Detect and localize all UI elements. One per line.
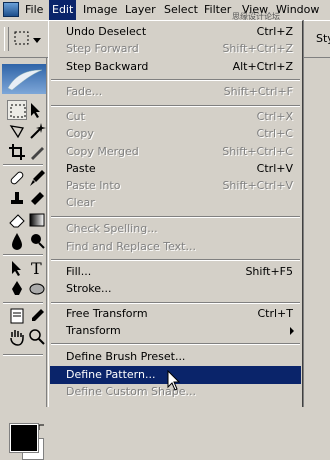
menu-item-shortcut: Ctrl+Z <box>256 25 293 38</box>
menu-item-label: Stroke... <box>66 282 112 295</box>
menu-item-copy-merged[interactable]: Copy Merged Shift+Ctrl+C <box>50 143 301 161</box>
chevron-down-icon[interactable] <box>33 34 41 43</box>
style-label: Sty <box>316 32 330 45</box>
healing-brush-tool-icon[interactable] <box>7 168 27 188</box>
menu-item-label: Fill... <box>66 265 92 278</box>
menu-item-step-backward[interactable]: Step Backward Alt+Ctrl+Z <box>50 58 301 76</box>
options-bar-grip[interactable] <box>4 27 9 51</box>
menu-item-label: Step Backward <box>66 60 149 73</box>
pen-tool-icon[interactable] <box>7 279 27 299</box>
clone-stamp-tool-icon[interactable] <box>7 189 27 209</box>
swap-colors-icon[interactable] <box>38 422 46 430</box>
submenu-arrow-icon <box>290 327 294 335</box>
toolbox-divider <box>3 354 43 356</box>
menu-item-shortcut: Alt+Ctrl+Z <box>232 60 293 73</box>
rectangular-marquee-preset-icon[interactable] <box>13 29 31 47</box>
menu-item-label: Free Transform <box>66 307 148 320</box>
gradient-tool-icon[interactable] <box>27 210 47 230</box>
path-selection-tool-icon[interactable] <box>7 258 27 278</box>
eyedropper-tool-icon[interactable] <box>27 306 47 326</box>
menu-item-label: Paste <box>66 162 96 175</box>
menu-item-shortcut: Ctrl+C <box>256 127 293 140</box>
menu-item-find-replace-text[interactable]: Find and Replace Text... <box>50 238 301 256</box>
toolbox-divider <box>3 302 43 304</box>
type-tool-icon[interactable]: T <box>27 258 47 278</box>
menu-separator <box>51 105 300 107</box>
hand-tool-icon[interactable] <box>7 327 27 347</box>
menu-item-shortcut: Shift+Ctrl+V <box>222 179 293 192</box>
ellipse-shape-tool-icon[interactable] <box>27 279 47 299</box>
menu-item-label: Find and Replace Text... <box>66 240 196 253</box>
menu-separator <box>51 259 300 261</box>
menu-item-label: Fade... <box>66 85 103 98</box>
notes-tool-icon[interactable] <box>7 306 27 326</box>
marquee-tool-icon[interactable] <box>7 100 27 120</box>
zoom-tool-icon[interactable] <box>27 327 47 347</box>
menu-item-label: Define Pattern... <box>66 368 156 381</box>
menu-separator <box>51 343 300 345</box>
menu-item-free-transform[interactable]: Free Transform Ctrl+T <box>50 305 301 323</box>
blur-tool-icon[interactable] <box>7 231 27 251</box>
menu-separator <box>51 302 300 304</box>
toolbox-divider <box>3 254 43 256</box>
history-brush-tool-icon[interactable] <box>27 189 47 209</box>
menu-item-check-spelling[interactable]: Check Spelling... <box>50 220 301 238</box>
edit-dropdown-menu: Undo Deselect Ctrl+Z Step Forward Shift+… <box>48 20 303 407</box>
magic-wand-tool-icon[interactable] <box>27 121 47 141</box>
menu-item-step-forward[interactable]: Step Forward Shift+Ctrl+Z <box>50 40 301 58</box>
svg-text:T: T <box>31 259 42 278</box>
menu-item-clear[interactable]: Clear <box>50 194 301 212</box>
menu-item-label: Define Brush Preset... <box>66 350 186 363</box>
menu-item-label: Copy <box>66 127 94 140</box>
menu-item-shortcut: Ctrl+X <box>256 110 293 123</box>
menu-item-shortcut: Ctrl+T <box>257 307 293 320</box>
menu-separator <box>51 216 300 218</box>
menu-item-fade[interactable]: Fade... Shift+Ctrl+F <box>50 83 301 101</box>
menu-item-label: Undo Deselect <box>66 25 147 38</box>
menu-filter[interactable]: Filter <box>201 0 234 20</box>
lasso-tool-icon[interactable] <box>7 121 27 141</box>
menu-item-label: Check Spelling... <box>66 222 158 235</box>
eraser-tool-icon[interactable] <box>7 210 27 230</box>
menu-layer[interactable]: Layer <box>122 0 159 20</box>
menu-separator <box>51 79 300 81</box>
menu-bar: File Edit Image Layer Select Filter View… <box>0 0 330 31</box>
menu-item-shortcut: Shift+Ctrl+F <box>223 85 293 98</box>
menu-item-label: Step Forward <box>66 42 139 55</box>
menu-item-label: Transform <box>66 324 121 337</box>
menu-item-label: Paste Into <box>66 179 121 192</box>
menu-item-shortcut: Ctrl+V <box>256 162 293 175</box>
brush-tool-icon[interactable] <box>27 168 47 188</box>
menu-item-shortcut: Shift+Ctrl+Z <box>222 42 293 55</box>
menu-item-define-brush-preset[interactable]: Define Brush Preset... <box>50 348 301 366</box>
menu-item-label: Copy Merged <box>66 145 139 158</box>
menu-item-copy[interactable]: Copy Ctrl+C <box>50 125 301 143</box>
crop-tool-icon[interactable] <box>7 142 27 162</box>
menu-item-label: Clear <box>66 196 95 209</box>
menu-item-transform[interactable]: Transform <box>50 322 301 340</box>
toolbox-divider <box>3 164 43 166</box>
photoshop-logo-icon[interactable] <box>3 2 19 17</box>
toolbox-header-feather-icon <box>2 64 46 94</box>
slice-tool-icon[interactable] <box>27 142 47 162</box>
menu-item-cut[interactable]: Cut Ctrl+X <box>50 108 301 126</box>
menu-select[interactable]: Select <box>161 0 201 20</box>
menu-item-stroke[interactable]: Stroke... <box>50 280 301 298</box>
menu-item-paste[interactable]: Paste Ctrl+V <box>50 160 301 178</box>
menu-item-paste-into[interactable]: Paste Into Shift+Ctrl+V <box>50 177 301 195</box>
menu-image[interactable]: Image <box>80 0 120 20</box>
menu-item-shortcut: Shift+Ctrl+C <box>222 145 293 158</box>
dodge-tool-icon[interactable] <box>27 231 47 251</box>
menu-item-shortcut: Shift+F5 <box>245 265 293 278</box>
mouse-cursor-icon <box>167 369 181 392</box>
menu-item-undo-deselect[interactable]: Undo Deselect Ctrl+Z <box>50 23 301 41</box>
menu-item-label: Cut <box>66 110 85 123</box>
menu-edit[interactable]: Edit <box>49 0 77 20</box>
menu-item-fill[interactable]: Fill... Shift+F5 <box>50 263 301 281</box>
foreground-color-swatch[interactable] <box>9 423 39 453</box>
toolbox: T <box>0 58 47 460</box>
move-tool-icon[interactable] <box>27 100 47 120</box>
menu-file[interactable]: File <box>22 0 46 20</box>
